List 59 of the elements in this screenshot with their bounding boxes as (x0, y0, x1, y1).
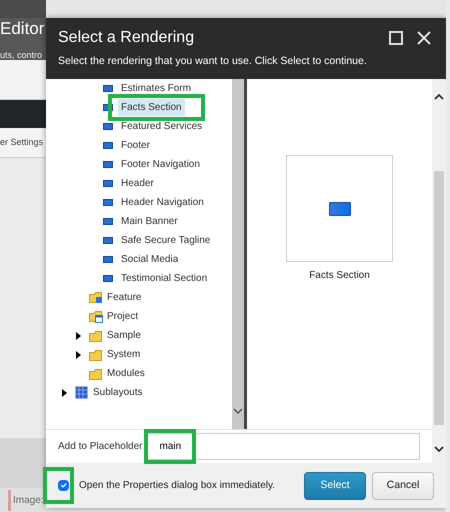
tree-item[interactable]: Safe Secure Tagline (118, 232, 214, 249)
tree-item[interactable]: Sublayouts (90, 384, 146, 401)
block-icon (103, 256, 113, 263)
expand-icon[interactable] (76, 350, 81, 358)
field-label: Image: (8, 490, 44, 510)
toolbar (0, 100, 46, 128)
grid-icon (75, 386, 88, 399)
tree-item[interactable]: Testimonial Section (118, 270, 210, 287)
tree-item[interactable]: Project (104, 308, 142, 325)
maximize-icon (389, 31, 403, 45)
block-icon (103, 161, 113, 168)
field-label: Add to Placeholder (58, 440, 143, 454)
block-icon (103, 123, 113, 130)
cancel-button[interactable]: Cancel (372, 472, 434, 500)
expand-icon[interactable] (62, 388, 67, 396)
block-icon (103, 275, 113, 282)
block-icon (103, 85, 113, 92)
folder-icon (89, 291, 103, 304)
block-icon (328, 202, 350, 216)
tree-item[interactable]: Footer Navigation (118, 156, 203, 173)
tree-item[interactable]: Header (118, 175, 157, 192)
dialog-title: Select a Rendering (58, 28, 196, 48)
folder-icon (89, 310, 103, 323)
properties-checkbox[interactable] (58, 480, 69, 491)
block-icon (103, 180, 113, 187)
tree-item[interactable]: System (104, 346, 144, 363)
top-bar (0, 0, 46, 18)
page-subtitle: uts, contro (0, 49, 42, 62)
tree-item[interactable]: Feature (104, 289, 144, 306)
tree-item[interactable]: Modules (104, 365, 148, 382)
scroll-up-icon[interactable] (434, 93, 444, 101)
tree-item[interactable]: Header Navigation (118, 194, 207, 211)
scroll-down-icon[interactable] (434, 445, 444, 453)
placeholder-field[interactable]: main (146, 433, 420, 460)
expand-icon[interactable] (76, 332, 81, 340)
select-button[interactable]: Select (304, 472, 366, 500)
folder-icon (89, 348, 103, 360)
preview-label: Facts Section (309, 269, 370, 283)
settings-tab[interactable]: er Settings (0, 136, 44, 150)
block-icon (103, 237, 113, 244)
block-icon (103, 199, 113, 206)
page-title: Editor (0, 19, 44, 39)
maximize-button[interactable] (386, 28, 406, 48)
tree-item[interactable]: Facts Section (118, 99, 185, 116)
tree-item[interactable]: Estimates Form (118, 80, 194, 97)
block-icon (103, 142, 113, 149)
close-icon (417, 31, 431, 45)
dialog-subtitle: Select the rendering that you want to use. Click Select to continue. (58, 54, 368, 69)
folder-icon (89, 368, 103, 380)
tree-item[interactable]: Main Banner (118, 213, 181, 230)
tree-item[interactable]: Featured Services (118, 118, 206, 135)
block-icon (103, 218, 113, 225)
tree-item[interactable]: Footer (118, 137, 153, 154)
checkbox-label: Open the Properties dialog box immediately. (79, 479, 276, 493)
panel-background (0, 60, 46, 100)
tree-item[interactable]: Sample (104, 327, 144, 344)
tree-item[interactable]: Social Media (118, 251, 182, 268)
folder-icon (89, 330, 103, 342)
scrollbar-thumb[interactable] (434, 171, 444, 425)
